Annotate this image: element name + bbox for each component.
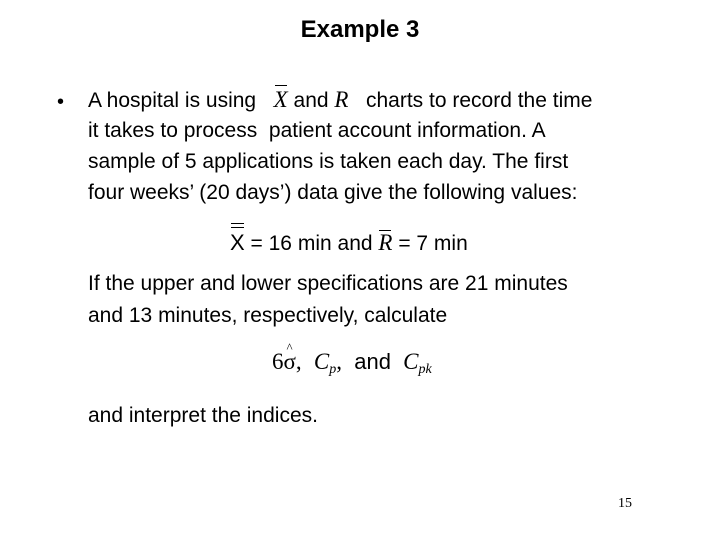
statement-line-1: A hospital is using X and R charts to re… — [88, 84, 592, 115]
specification-line-1: If the upper and lower specifications ar… — [88, 272, 568, 295]
slide-title: Example 3 — [300, 16, 420, 43]
x-double-bar-value: = 16 min — [250, 232, 332, 255]
r-bar-symbol: R — [378, 226, 392, 260]
six-digit: 6 — [272, 349, 284, 374]
statement-line-3: sample of 5 applications is taken each d… — [88, 150, 569, 173]
x-double-bar-symbol: X — [230, 218, 245, 260]
cpk-symbol: C — [403, 349, 419, 374]
bullet-marker: • — [57, 91, 65, 113]
indices-equation: 6 ^ σ, Cp, and Cpk — [272, 340, 432, 390]
problem-statement: A hospital is using X and R charts to re… — [88, 84, 592, 208]
sigma-hat-symbol: ^ σ — [284, 340, 296, 382]
cpk-subscript: pk — [418, 362, 432, 377]
comma: , — [336, 349, 342, 374]
given-values-equation: X = 16 min and R = 7 min — [230, 218, 468, 261]
and-word: and — [354, 349, 391, 374]
cp-symbol: C — [313, 349, 330, 374]
specification-text: If the upper and lower specifications ar… — [88, 268, 568, 332]
interpret-text: and interpret the indices. — [88, 404, 318, 427]
r-bar-value: = 7 min — [398, 232, 468, 255]
specification-line-2: and 13 minutes, respectively, calculate — [88, 304, 448, 327]
statement-line-1-suffix: charts to record the time — [366, 89, 593, 112]
statement-line-2: it takes to process patient account info… — [88, 119, 546, 142]
comma: , — [295, 349, 302, 374]
statement-line-4: four weeks’ (20 days’) data give the fol… — [88, 181, 578, 204]
hat-accent: ^ — [286, 340, 293, 355]
r-symbol: R — [334, 87, 349, 112]
xbar-symbol: X — [274, 84, 288, 115]
equation-connector: and — [337, 232, 373, 255]
and-word: and — [293, 89, 329, 112]
page-number: 15 — [618, 496, 632, 511]
statement-line-1-prefix: A hospital is using — [88, 89, 257, 112]
